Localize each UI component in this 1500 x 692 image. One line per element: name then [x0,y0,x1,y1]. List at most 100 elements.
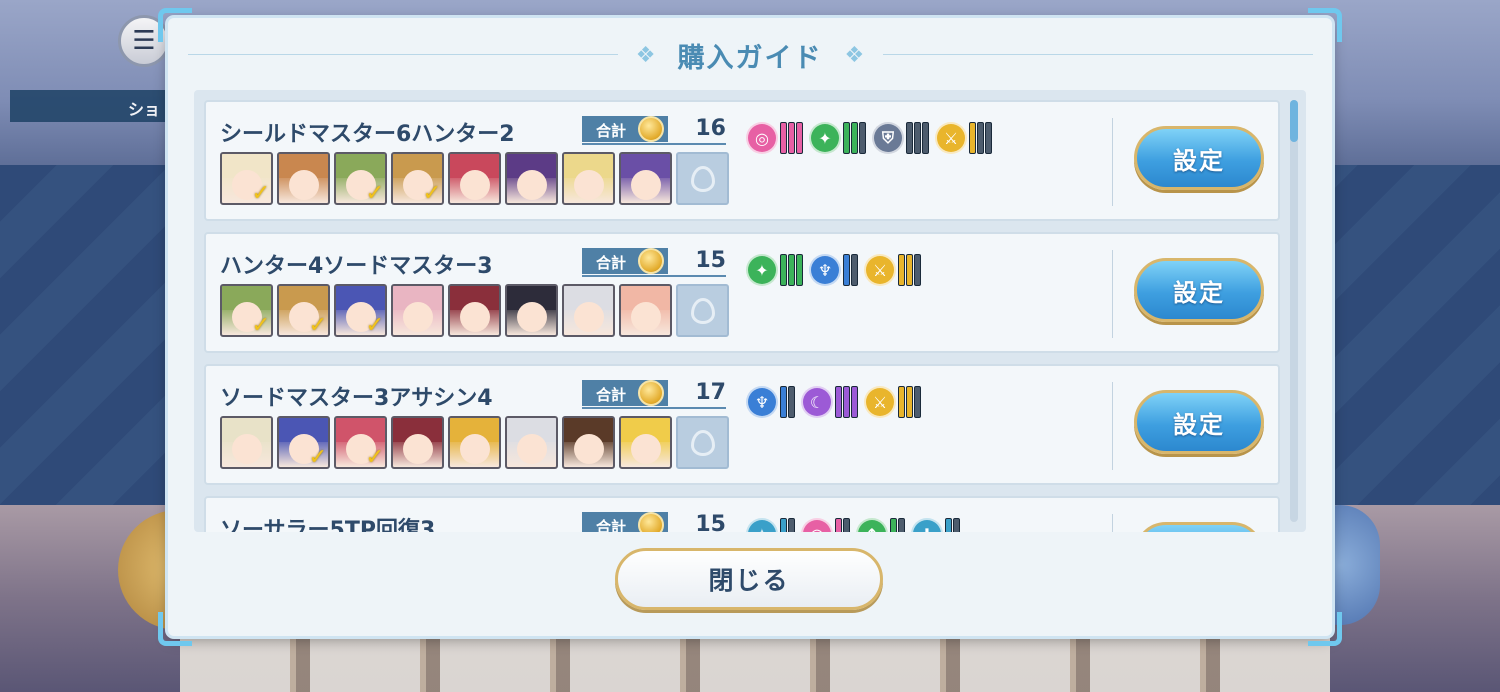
trait-level-pip [914,254,921,286]
trait-level-pip [890,518,897,532]
owned-check-icon: ✓ [365,445,384,469]
character-portrait[interactable] [505,284,558,337]
character-portraits: ✓ ✓ [220,416,729,469]
trait-level-pip [906,122,913,154]
trait-level-pips [780,386,795,418]
trait-level-pip [843,122,850,154]
character-portrait[interactable]: ✓ [334,284,387,337]
dialog-header: ❖ 購入ガイド ❖ [168,38,1332,74]
portrait-face [631,170,661,200]
trait-list: ◎ ✦ ⛨ ⚔ [746,122,994,154]
character-portrait[interactable] [619,152,672,205]
total-cost: 合計 16 [582,116,726,145]
character-portrait[interactable] [220,416,273,469]
scrollbar[interactable] [1290,100,1298,522]
empty-slot-icon[interactable] [676,152,729,205]
trait-level-pip [780,518,787,532]
empty-slot-icon[interactable] [676,416,729,469]
close-button[interactable]: 閉じる [615,548,883,610]
trait-badge: ♆ [746,386,795,418]
trait-level-pip [898,518,905,532]
character-portrait[interactable]: ✓ [277,416,330,469]
trait-level-pip [906,254,913,286]
set-button[interactable]: 設定 [1134,522,1264,532]
character-portrait[interactable] [448,152,501,205]
portrait-face [403,302,433,332]
portrait-face [403,434,433,464]
trait-level-pip [914,386,921,418]
character-portrait[interactable] [391,284,444,337]
dialog-title: 購入ガイド [677,42,823,74]
character-portrait[interactable]: ✓ [277,284,330,337]
character-portrait[interactable]: ✓ [334,152,387,205]
portrait-face [460,434,490,464]
trait-level-pip [969,122,976,154]
hunter-icon: ✦ [809,122,841,154]
character-portrait[interactable]: ✓ [220,152,273,205]
total-value: 16 [695,116,726,141]
set-button[interactable]: 設定 [1134,126,1264,190]
trait-level-pips [835,518,850,532]
portrait-face [631,434,661,464]
trait-level-pip [843,254,850,286]
owned-check-icon: ✓ [365,181,384,205]
character-portrait[interactable] [448,416,501,469]
portrait-face [289,170,319,200]
total-cost: 合計 15 [582,512,726,532]
target-icon: ◎ [746,122,778,154]
trait-level-pip [780,254,787,286]
trait-level-pips [780,122,803,154]
character-portrait[interactable] [619,284,672,337]
sword-icon: ⚔ [864,254,896,286]
character-portrait[interactable] [562,416,615,469]
guide-list-inner: シールドマスター6ハンター2 合計 16 ✓ ✓ ✓ ◎ ✦ ⛨ ⚔ 設定 ハンター4ソードマスター3… [204,100,1280,532]
row-title: ソードマスター3アサシン4 [220,386,493,411]
trait-level-pips [843,122,866,154]
dialog-corner-decoration [1308,8,1342,42]
character-portrait[interactable] [562,152,615,205]
character-portrait[interactable] [448,284,501,337]
total-cost: 合計 15 [582,248,726,277]
total-value: 17 [695,380,726,405]
blade-icon: ♆ [809,254,841,286]
portrait-face [574,434,604,464]
portrait-face [631,302,661,332]
sword-icon: ⚔ [935,122,967,154]
character-portrait[interactable] [505,152,558,205]
character-portrait[interactable]: ✓ [334,416,387,469]
character-portrait[interactable] [619,416,672,469]
character-portrait[interactable]: ✓ [220,284,273,337]
trait-level-pip [788,122,795,154]
character-portrait[interactable]: ✓ [391,152,444,205]
trait-level-pip [835,518,842,532]
total-value: 15 [695,512,726,532]
scrollbar-thumb[interactable] [1290,100,1298,142]
total-underline [582,143,726,145]
total-cost: 合計 17 [582,380,726,409]
trait-level-pip [788,386,795,418]
trait-level-pip [843,386,850,418]
set-button[interactable]: 設定 [1134,258,1264,322]
set-button[interactable]: 設定 [1134,390,1264,454]
portrait-face [517,434,547,464]
character-portraits: ✓ ✓ ✓ [220,284,729,337]
trait-level-pips [898,386,921,418]
trait-level-pip [796,122,803,154]
trait-level-pip [780,386,787,418]
trait-badge: ♆ [809,254,858,286]
row-title: ハンター4ソードマスター3 [220,254,493,279]
empty-slot-icon[interactable] [676,284,729,337]
row-divider [1112,382,1113,470]
trait-badge: ⚔ [864,386,921,418]
trait-level-pip [851,386,858,418]
trait-level-pip [914,122,921,154]
trait-badge: ✧ [746,518,795,532]
character-portrait[interactable] [562,284,615,337]
character-portrait[interactable] [391,416,444,469]
portrait-face [574,170,604,200]
character-portrait[interactable] [277,152,330,205]
row-title: シールドマスター6ハンター2 [220,122,515,147]
trait-list: ✧ ◎ ⇡ ✚ [746,518,962,532]
guide-list[interactable]: シールドマスター6ハンター2 合計 16 ✓ ✓ ✓ ◎ ✦ ⛨ ⚔ 設定 ハンター4ソードマスター3… [194,90,1306,532]
character-portrait[interactable] [505,416,558,469]
